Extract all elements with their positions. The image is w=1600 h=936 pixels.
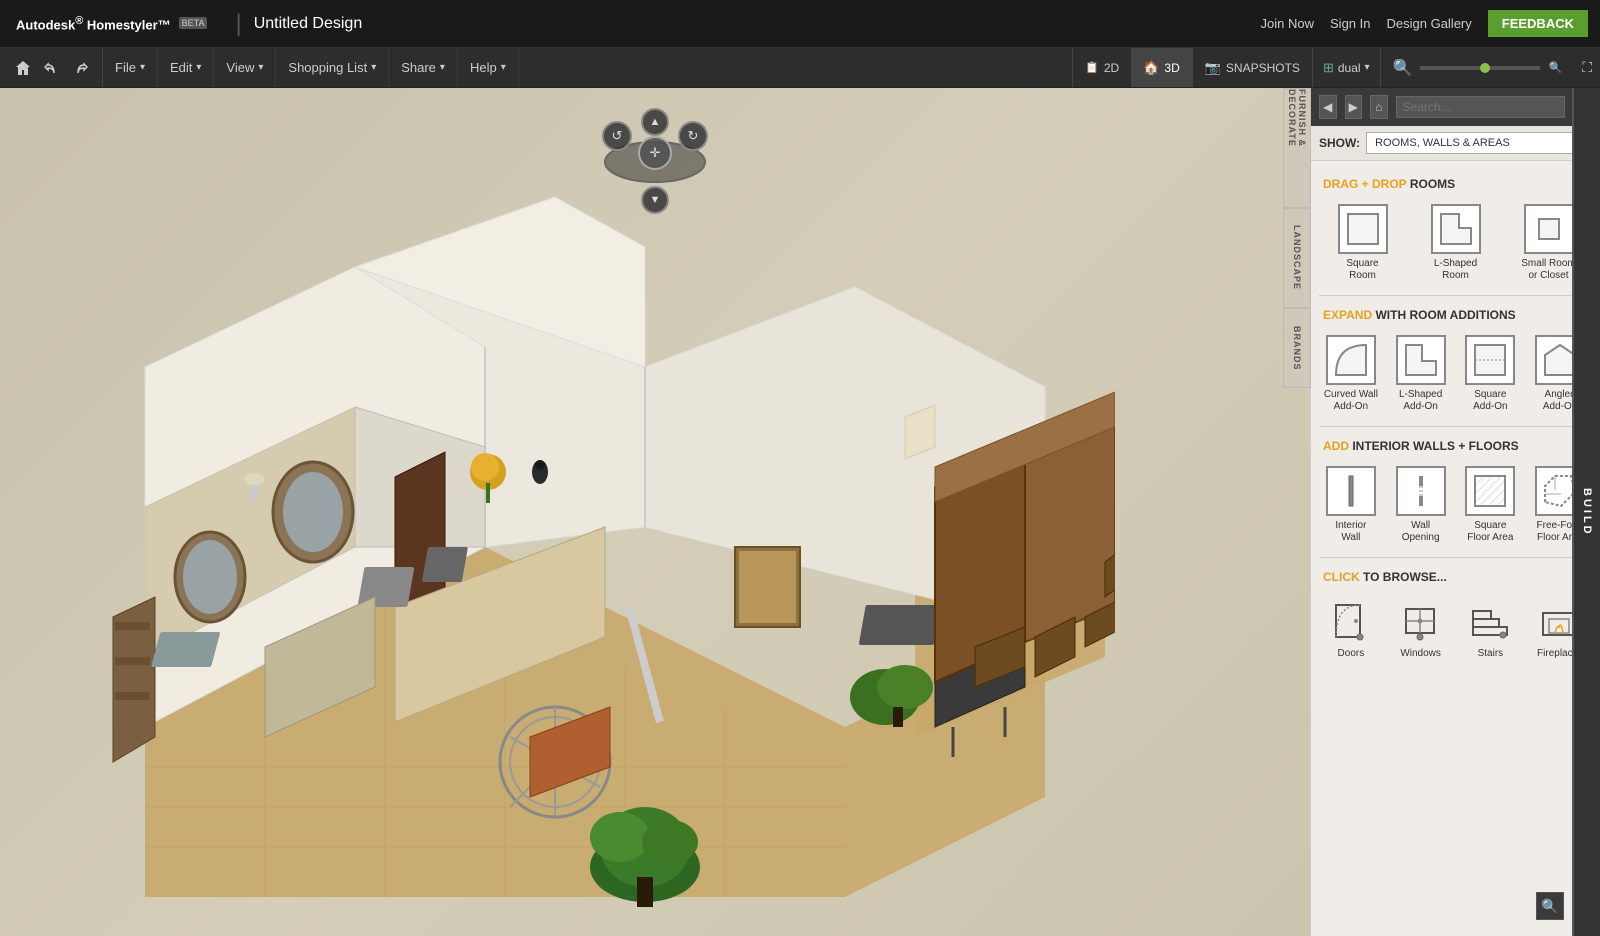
door-icon [1325,596,1377,648]
divider-3 [1319,557,1592,558]
edit-menu[interactable]: Edit ▾ [158,48,214,87]
furnish-decorate-tab[interactable]: FURNISH & DECORATE [1283,88,1311,208]
divider-1 [1319,295,1592,296]
panel-header: ◀ ▶ ⌂ 🔍 [1311,88,1600,126]
build-tab[interactable]: BUILD [1572,88,1600,936]
panel-home-button[interactable]: ⌂ [1370,95,1388,119]
zoom-handle[interactable] [1480,63,1490,73]
show-label: SHOW: [1319,136,1360,150]
view-menu[interactable]: View ▾ [214,48,276,87]
square-floor-area-item[interactable]: SquareFloor Area [1459,461,1523,549]
curved-wall-icon [1326,335,1376,385]
stairs-browse-item[interactable]: Stairs [1459,592,1523,663]
rooms-grid: SquareRoom L-ShapedRoom [1319,195,1592,291]
main-area: ↺ ✛ ↻ ▲ ▼ [0,88,1600,936]
design-title[interactable]: Untitled Design [254,15,363,33]
side-tabs: FURNISH & DECORATE LANDSCAPE BRANDS [1283,88,1311,388]
rotate-up-button[interactable]: ▲ [641,108,669,136]
view-2d-button[interactable]: 📋 2D [1072,48,1131,87]
file-menu[interactable]: File ▾ [103,48,158,87]
wall-opening-item[interactable]: WallOpening [1389,461,1453,549]
sign-in-link[interactable]: Sign In [1330,16,1370,31]
l-shaped-addon-item[interactable]: L-ShapedAdd-On [1389,330,1453,418]
view-3d-button[interactable]: 🏠 3D [1131,48,1192,87]
expand-section-header: EXPAND WITH ROOM ADDITIONS [1319,300,1592,326]
right-panel: BUILD FURNISH & DECORATE LANDSCAPE BRAND… [1310,88,1600,936]
square-addon-icon [1465,335,1515,385]
logo-text: Autodesk® Homestyler™ [16,15,171,32]
fullscreen-button[interactable]: ⛶ [1574,55,1600,80]
zoom-bar: 🔍 🔍 [1381,48,1575,87]
square-room-icon [1338,204,1388,254]
panel-content: DRAG + DROP ROOMS SquareRoom [1311,161,1600,936]
interior-wall-item[interactable]: InteriorWall [1319,461,1383,549]
panel-magnify-icon[interactable]: 🔍 [1536,892,1564,920]
landscape-tab[interactable]: LANDSCAPE [1283,208,1311,308]
show-dropdown[interactable]: ROOMS, WALLS & AREAS [1366,132,1592,154]
rotate-left-button[interactable]: ↺ [602,121,632,151]
toolbar-menus: File ▾ Edit ▾ View ▾ Shopping List ▾ Sha… [103,48,519,87]
square-room-item[interactable]: SquareRoom [1319,199,1406,287]
home-button[interactable] [8,55,38,81]
panel-search-input[interactable] [1396,96,1565,118]
redo-button[interactable] [66,56,94,80]
logo-beta: BETA [179,17,208,29]
share-menu[interactable]: Share ▾ [389,48,458,87]
snapshots-button[interactable]: 📷 SNAPSHOTS [1192,48,1313,87]
top-right-nav: Join Now Sign In Design Gallery FEEDBACK [1261,10,1600,37]
square-floor-area-icon [1465,466,1515,516]
canvas-area[interactable]: ↺ ✛ ↻ ▲ ▼ [0,88,1310,936]
toolbar: File ▾ Edit ▾ View ▾ Shopping List ▾ Sha… [0,48,1600,88]
browse-grid: Doors Windows [1319,588,1592,667]
doors-browse-item[interactable]: Doors [1319,592,1383,663]
window-icon [1395,596,1447,648]
stairs-icon [1464,596,1516,648]
zoom-in-button[interactable]: 🔍 [1544,59,1566,76]
interior-wall-icon [1326,466,1376,516]
brands-tab[interactable]: BRANDS [1283,308,1311,388]
feedback-button[interactable]: FEEDBACK [1488,10,1588,37]
dual-view-button[interactable]: ⊞ dual ▾ [1313,48,1381,87]
undo-button[interactable] [38,56,66,80]
l-shaped-addon-icon [1396,335,1446,385]
shopping-list-menu[interactable]: Shopping List ▾ [276,48,389,87]
walls-grid: InteriorWall WallOpening [1319,457,1592,553]
logo-area: Autodesk® Homestyler™ BETA [0,15,223,32]
browse-section-header: CLICK TO BROWSE... [1319,562,1592,588]
drag-drop-section-header: DRAG + DROP ROOMS [1319,169,1592,195]
panel-back-button[interactable]: ◀ [1319,95,1337,119]
toolbar-right: 📋 2D 🏠 3D 📷 SNAPSHOTS ⊞ dual ▾ 🔍 🔍 ⛶ [1072,48,1600,87]
square-addon-item[interactable]: SquareAdd-On [1459,330,1523,418]
l-shaped-room-item[interactable]: L-ShapedRoom [1412,199,1499,287]
toolbar-left [0,48,103,87]
small-room-icon [1524,204,1574,254]
wall-opening-icon [1396,466,1446,516]
title-bar: Autodesk® Homestyler™ BETA | Untitled De… [0,0,1600,48]
join-now-link[interactable]: Join Now [1261,16,1314,31]
show-bar: SHOW: ROOMS, WALLS & AREAS [1311,126,1600,161]
divider-2 [1319,426,1592,427]
help-menu[interactable]: Help ▾ [458,48,519,87]
l-shaped-room-icon [1431,204,1481,254]
additions-grid: Curved WallAdd-On L-ShapedAdd-On [1319,326,1592,422]
panel-forward-button[interactable]: ▶ [1345,95,1363,119]
title-separator: | [235,10,241,38]
zoom-out-button[interactable]: 🔍 [1389,56,1417,80]
3d-scene [0,148,1310,936]
rotate-right-button[interactable]: ↻ [678,121,708,151]
floorplan-svg [65,167,1115,917]
windows-browse-item[interactable]: Windows [1389,592,1453,663]
curved-wall-item[interactable]: Curved WallAdd-On [1319,330,1383,418]
walls-section-header: ADD INTERIOR WALLS + FLOORS [1319,431,1592,457]
design-gallery-link[interactable]: Design Gallery [1387,16,1472,31]
zoom-slider[interactable] [1420,66,1540,70]
